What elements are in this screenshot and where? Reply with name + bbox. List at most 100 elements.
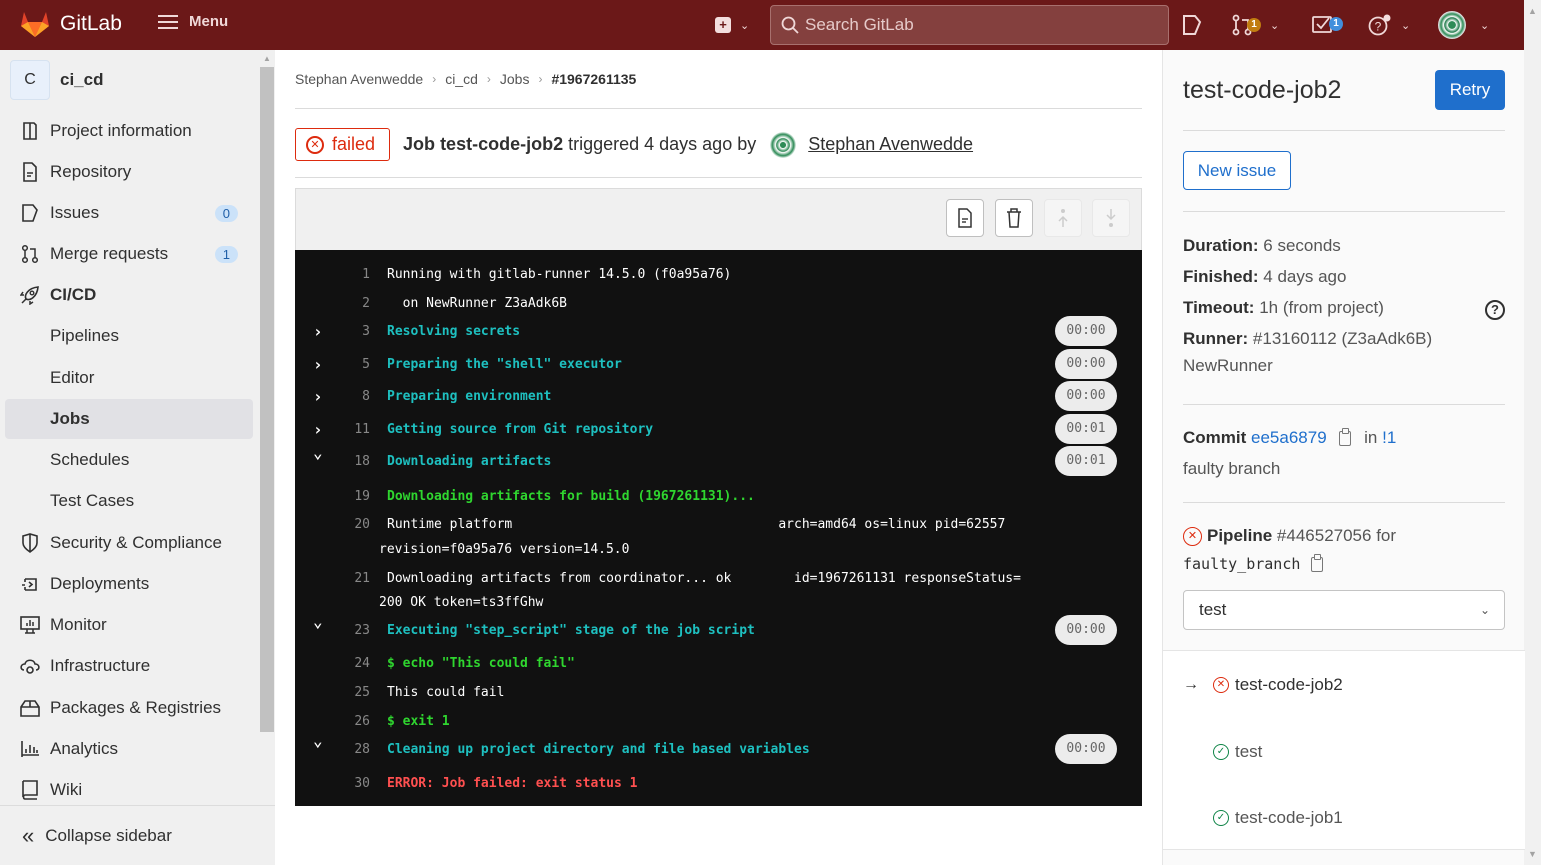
log-section-header[interactable]: ⌄ 18 Downloading artifacts 00:01 xyxy=(295,443,1142,476)
chevron-down-icon[interactable]: ⌄ xyxy=(313,443,323,462)
retry-button[interactable]: Retry xyxy=(1435,70,1505,110)
stage-dropdown[interactable]: test ⌄ xyxy=(1183,590,1505,630)
sidebar-item-wiki[interactable]: Wiki xyxy=(5,770,253,810)
line-number[interactable]: 11 xyxy=(335,422,370,437)
project-header[interactable]: C ci_cd xyxy=(10,60,103,100)
line-number[interactable]: 19 xyxy=(335,489,370,504)
sidebar-scrollbar[interactable]: ▲ xyxy=(259,50,275,805)
copy-commit-sha-icon[interactable] xyxy=(1339,428,1352,447)
breadcrumb-item[interactable]: ci_cd xyxy=(445,71,478,87)
copy-branch-icon[interactable] xyxy=(1311,554,1324,573)
search-input[interactable] xyxy=(805,15,1145,35)
sidebar-item-deployments[interactable]: Deployments xyxy=(5,564,253,604)
collapse-sidebar-button[interactable]: « Collapse sidebar xyxy=(0,805,275,865)
log-section-header[interactable]: › 11 Getting source from Git repository 00:… xyxy=(295,414,1142,444)
issues-nav-button[interactable] xyxy=(1182,14,1202,36)
breadcrumb-item[interactable]: Jobs xyxy=(500,71,530,87)
line-number[interactable]: 24 xyxy=(335,656,370,671)
sidebar-item-jobs[interactable]: Jobs xyxy=(5,399,253,439)
erase-log-button[interactable] xyxy=(995,199,1033,237)
scroll-up-arrow-icon[interactable]: ▲ xyxy=(263,54,271,63)
sidebar-item-pipelines[interactable]: Pipelines xyxy=(5,316,253,356)
line-number[interactable]: 18 xyxy=(335,454,370,469)
line-number[interactable]: 25 xyxy=(335,685,370,700)
section-duration-badge: 00:00 xyxy=(1055,349,1117,379)
sidebar-item-editor[interactable]: Editor xyxy=(5,358,253,398)
sidebar-item-infrastructure[interactable]: Infrastructure xyxy=(5,646,253,686)
line-number[interactable]: 21 xyxy=(335,571,370,586)
chevron-right-icon[interactable]: › xyxy=(313,420,323,439)
user-link[interactable]: Stephan Avenwedde xyxy=(808,134,973,155)
chevron-right-icon[interactable]: › xyxy=(313,387,323,406)
status-failed-icon: ✕ xyxy=(1213,677,1229,693)
job-triggered-text: triggered 4 days ago by xyxy=(568,134,757,154)
help-dropdown[interactable]: ? ⌄ xyxy=(1368,14,1410,36)
sidebar-item-schedules[interactable]: Schedules xyxy=(5,440,253,480)
sidebar-item-security-compliance[interactable]: Security & Compliance xyxy=(5,523,253,563)
scroll-to-top-button[interactable] xyxy=(1044,199,1082,237)
line-number[interactable]: 5 xyxy=(335,357,370,372)
status-failed-icon: ✕ xyxy=(1183,526,1202,546)
scroll-down-arrow-icon[interactable]: ▼ xyxy=(1528,849,1537,859)
commit-sha-link[interactable]: ee5a6879 xyxy=(1251,428,1327,447)
timeout-help-icon[interactable]: ? xyxy=(1485,300,1505,320)
log-section-header[interactable]: › 3 Resolving secrets 00:00 xyxy=(295,316,1142,346)
log-line: 26 $ exit 1 xyxy=(295,709,1142,733)
sidebar-item-project-information[interactable]: Project information xyxy=(5,111,253,151)
create-new-dropdown[interactable]: + ⌄ xyxy=(715,17,749,33)
job-sidebar-title: test-code-job2 xyxy=(1183,76,1342,104)
merge-requests-nav-button[interactable]: 1 ⌄ xyxy=(1232,14,1279,36)
job-item[interactable]: ✓ test-code-job1 xyxy=(1213,808,1343,828)
search-box[interactable] xyxy=(770,5,1169,45)
log-section-header[interactable]: ⌄ 23 Executing "step_script" stage of the … xyxy=(295,612,1142,645)
status-badge[interactable]: ✕ failed xyxy=(295,128,391,161)
stage-jobs-list: → ✕ test-code-job2 ✓ test ✓ test-code-jo… xyxy=(1163,650,1525,850)
monitor-icon xyxy=(20,615,40,635)
line-number[interactable]: 1 xyxy=(335,267,370,282)
sidebar-item-merge-requests[interactable]: Merge requests 1 xyxy=(5,234,253,274)
chevron-right-icon[interactable]: › xyxy=(313,355,323,374)
todos-nav-button[interactable]: 1 xyxy=(1312,14,1343,34)
line-number[interactable]: 26 xyxy=(335,714,370,729)
finished-label: Finished: xyxy=(1183,267,1259,286)
chevron-down-icon[interactable]: ⌄ xyxy=(313,731,323,750)
job-item[interactable]: ✓ test xyxy=(1213,742,1262,762)
sidebar-item-repository[interactable]: Repository xyxy=(5,152,253,192)
sidebar-item-monitor[interactable]: Monitor xyxy=(5,605,253,645)
sidebar-item-packages-registries[interactable]: Packages & Registries xyxy=(5,688,253,728)
gitlab-logo[interactable]: GitLab xyxy=(20,10,122,38)
log-section-header[interactable]: › 5 Preparing the "shell" executor 00:00 xyxy=(295,349,1142,379)
sidebar-item-test-cases[interactable]: Test Cases xyxy=(5,481,253,521)
sidebar-item-issues[interactable]: Issues 0 xyxy=(5,193,253,233)
log-text: Getting source from Git repository xyxy=(387,421,654,437)
sidebar-item-ci-cd[interactable]: CI/CD xyxy=(5,275,253,315)
user-avatar[interactable] xyxy=(770,131,797,158)
chevron-down-icon[interactable]: ⌄ xyxy=(313,612,323,631)
sidebar-scrollbar-thumb[interactable] xyxy=(260,67,274,732)
line-number[interactable]: 30 xyxy=(335,776,370,791)
page-scrollbar[interactable]: ▲ ▼ xyxy=(1524,0,1541,865)
line-number[interactable]: 3 xyxy=(335,324,370,339)
scroll-to-bottom-button[interactable] xyxy=(1092,199,1130,237)
log-section-header[interactable]: ⌄ 28 Cleaning up project directory and fil… xyxy=(295,731,1142,764)
chevron-right-icon[interactable]: › xyxy=(313,322,323,341)
scroll-up-arrow-icon[interactable]: ▲ xyxy=(1528,6,1537,16)
branch-name[interactable]: faulty_branch xyxy=(1183,555,1300,573)
pipeline-link[interactable]: #446527056 for xyxy=(1277,526,1396,546)
line-number[interactable]: 20 xyxy=(335,517,370,532)
menu-button[interactable]: Menu xyxy=(158,13,228,30)
line-number[interactable]: 8 xyxy=(335,389,370,404)
log-text: ERROR: Job failed: exit status 1 xyxy=(387,775,638,791)
breadcrumb-item[interactable]: Stephan Avenwedde xyxy=(295,71,423,87)
show-raw-button[interactable] xyxy=(946,199,984,237)
breadcrumb-current[interactable]: #1967261135 xyxy=(551,71,636,87)
merge-request-link[interactable]: !1 xyxy=(1382,428,1396,447)
sidebar-item-analytics[interactable]: Analytics xyxy=(5,729,253,769)
line-number[interactable]: 2 xyxy=(335,296,370,311)
job-item-current[interactable]: → ✕ test-code-job2 xyxy=(1183,675,1343,695)
line-number[interactable]: 28 xyxy=(335,742,370,757)
line-number[interactable]: 23 xyxy=(335,623,370,638)
user-menu[interactable]: ⌄ xyxy=(1438,11,1489,39)
new-issue-button[interactable]: New issue xyxy=(1183,151,1291,190)
log-section-header[interactable]: › 8 Preparing environment 00:00 xyxy=(295,381,1142,411)
